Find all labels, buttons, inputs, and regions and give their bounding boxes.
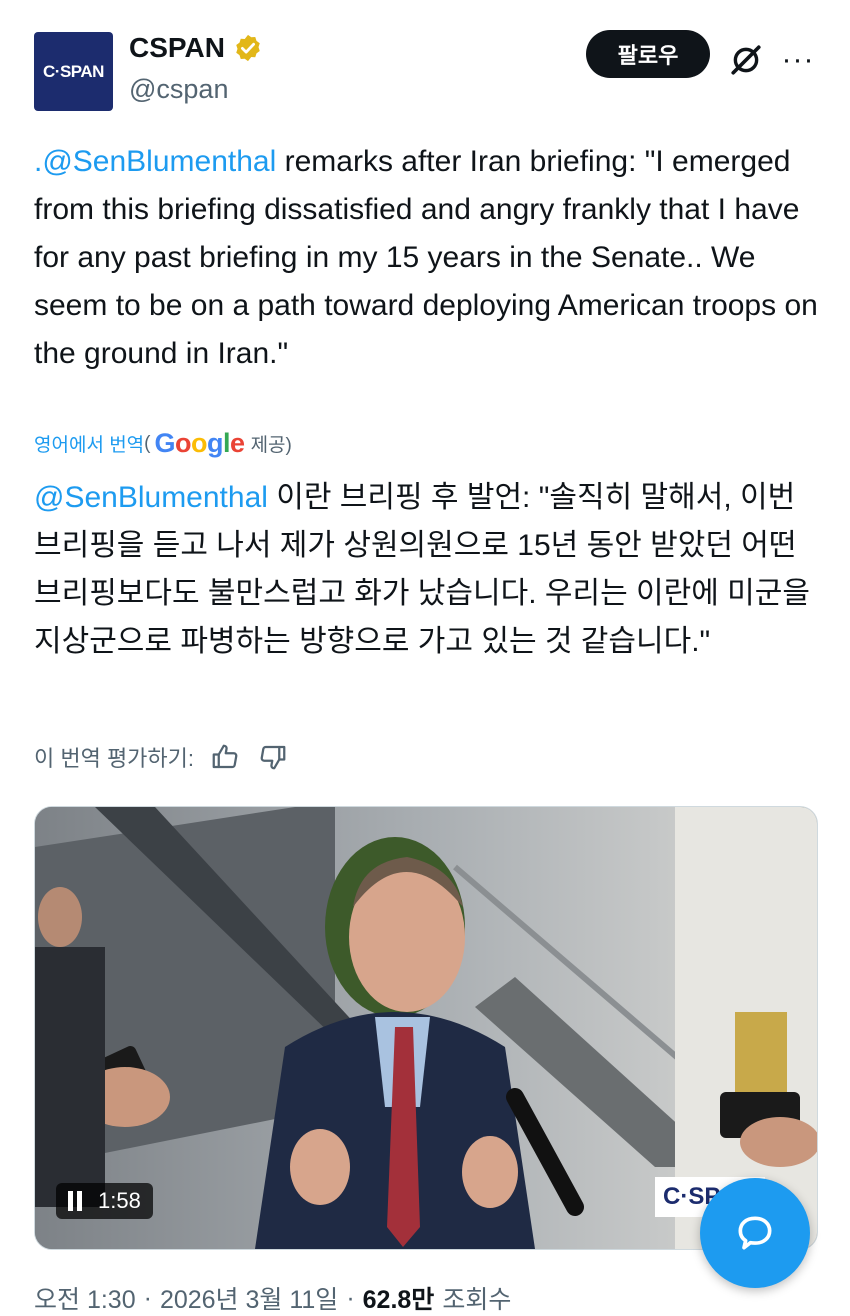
follow-button[interactable]: 팔로우 <box>586 30 710 78</box>
video-player[interactable]: C·SPAN <box>34 806 818 1250</box>
tweet-date[interactable]: 2026년 3월 11일 <box>160 1280 338 1316</box>
open-paren: ( <box>144 432 151 454</box>
video-time: 1:58 <box>98 1188 141 1213</box>
view-count[interactable]: 62.8만 <box>363 1280 435 1316</box>
name-row: CSPAN <box>129 32 263 64</box>
verified-badge-icon <box>236 34 260 62</box>
translated-text: @SenBlumenthal 이란 브리핑 후 발언: "솔직히 말해서, 이번… <box>34 474 824 666</box>
more-options-icon[interactable]: ··· <box>776 38 820 82</box>
rate-translation-row: 이 번역 평가하기: <box>34 740 290 774</box>
tweet-meta: 오전 1:30 · 2026년 3월 11일 · 62.8만 조회수 <box>34 1280 511 1316</box>
display-name[interactable]: CSPAN <box>129 32 225 64</box>
pause-icon[interactable] <box>68 1191 84 1211</box>
floating-compose-button[interactable] <box>700 1178 810 1288</box>
provided-by-label: 제공) <box>250 435 292 456</box>
tweet-time[interactable]: 오전 1:30 <box>34 1280 136 1316</box>
tweet-text: .@SenBlumenthal remarks after Iran brief… <box>34 138 824 378</box>
grok-icon[interactable] <box>724 38 768 82</box>
thumbs-up-icon[interactable] <box>208 740 242 774</box>
google-logo: Google <box>154 428 246 458</box>
thumbs-down-icon[interactable] <box>256 740 290 774</box>
chat-bubble-icon <box>738 1216 772 1250</box>
user-handle[interactable]: @cspan <box>129 74 228 105</box>
video-time-indicator[interactable]: 1:58 <box>56 1183 153 1219</box>
separator: · <box>143 1283 152 1312</box>
tweet-body: remarks after Iran briefing: "I emerged … <box>34 145 818 370</box>
translation-attribution: 영어에서 번역 ( Google 제공) <box>34 428 292 459</box>
translated-from-link[interactable]: 영어에서 번역 <box>34 430 144 457</box>
rate-translation-label: 이 번역 평가하기: <box>34 746 195 771</box>
avatar[interactable]: C·SPAN <box>34 32 113 111</box>
view-count-label: 조회수 <box>442 1286 512 1314</box>
translated-mention-link[interactable]: @SenBlumenthal <box>34 481 268 514</box>
separator: · <box>346 1283 355 1312</box>
mention-link[interactable]: .@SenBlumenthal <box>34 145 276 178</box>
